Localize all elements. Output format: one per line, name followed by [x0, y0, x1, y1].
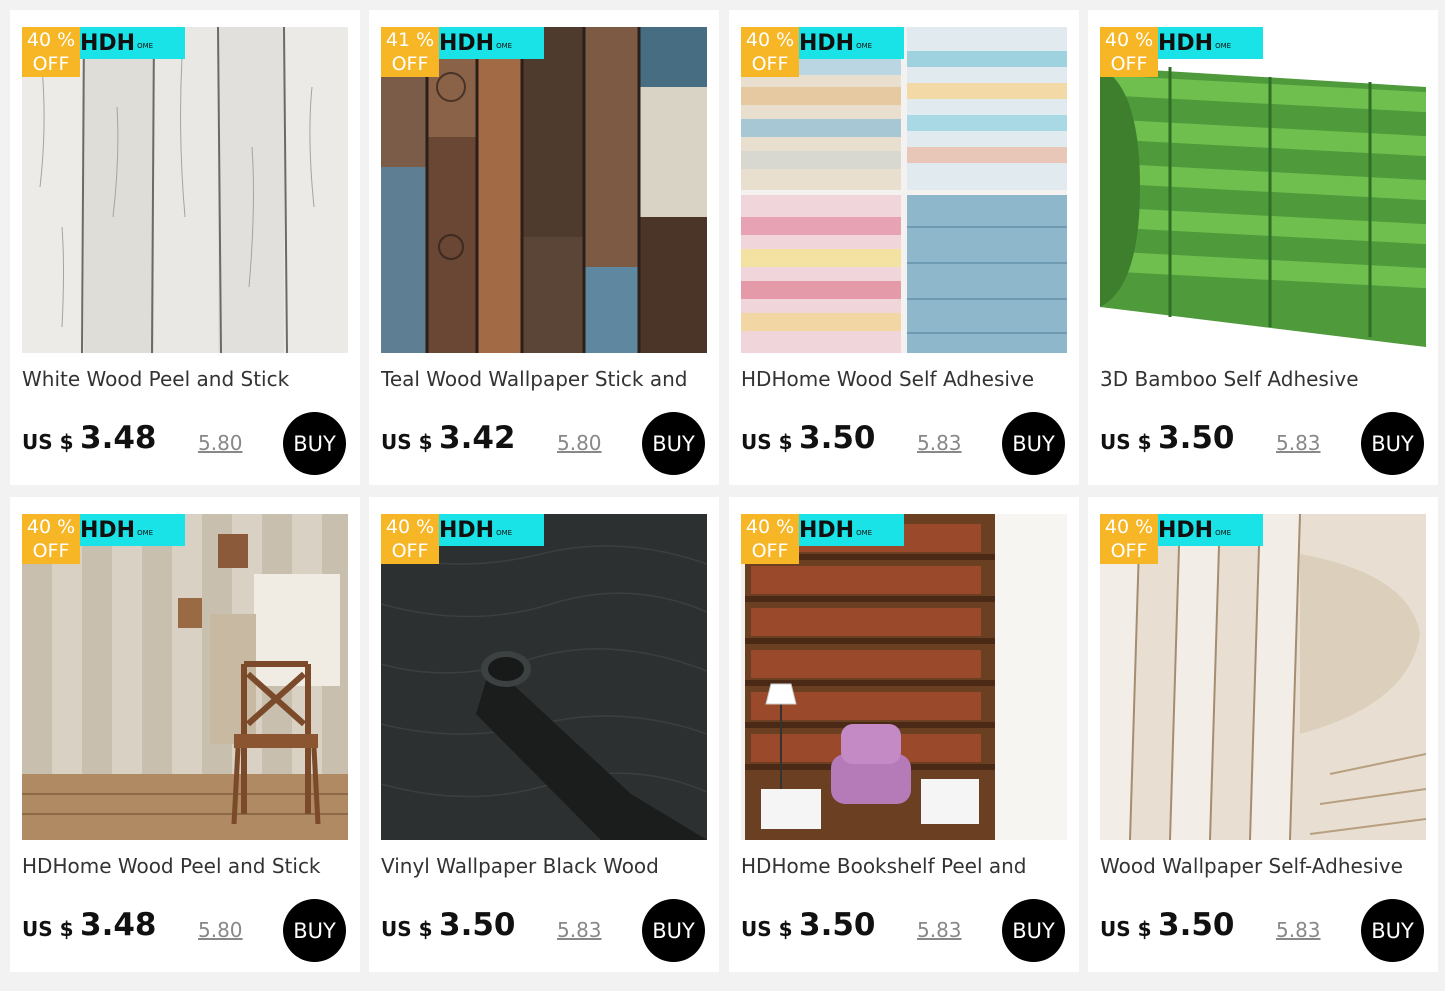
product-title[interactable]: HDHome Wood Self Adhesive: [741, 367, 1067, 391]
original-price: 5.80: [198, 431, 243, 455]
currency-label: US $: [741, 917, 793, 941]
product-image[interactable]: HDH OME 40 % OFF: [1100, 514, 1426, 840]
brand-logo: HDH: [1158, 30, 1214, 56]
discount-off-label: OFF: [391, 53, 429, 75]
product-title[interactable]: 3D Bamboo Self Adhesive: [1100, 367, 1426, 391]
buy-button[interactable]: BUY: [1361, 899, 1424, 962]
currency-label: US $: [741, 430, 793, 454]
discount-badge: 40 % OFF: [381, 514, 439, 564]
discount-off-label: OFF: [391, 540, 429, 562]
product-card[interactable]: HDH OME 40 % OFF 3D Bamboo Self Adhesive…: [1088, 10, 1438, 485]
currency-label: US $: [22, 430, 74, 454]
discount-off-label: OFF: [751, 540, 789, 562]
product-image[interactable]: HDH OME 40 % OFF: [1100, 27, 1426, 353]
currency-label: US $: [1100, 917, 1152, 941]
buy-button[interactable]: BUY: [283, 412, 346, 475]
brand-logo-suffix: OME: [137, 42, 154, 50]
discount-off-label: OFF: [1110, 540, 1148, 562]
original-price: 5.80: [557, 431, 602, 455]
discount-badge: 40 % OFF: [1100, 514, 1158, 564]
product-card[interactable]: HDH OME 40 % OFF HDHome Wood Peel and St…: [10, 497, 360, 972]
product-price: 3.50: [799, 420, 876, 456]
discount-percent: 41 %: [385, 29, 435, 51]
original-price: 5.83: [557, 918, 602, 942]
product-price: 3.50: [1158, 420, 1235, 456]
buy-button[interactable]: BUY: [642, 412, 705, 475]
brand-logo-suffix: OME: [856, 42, 873, 50]
product-price: 3.42: [439, 420, 516, 456]
product-price: 3.50: [439, 907, 516, 943]
discount-percent: 40 %: [385, 516, 435, 538]
discount-percent: 40 %: [745, 29, 795, 51]
currency-label: US $: [1100, 430, 1152, 454]
product-title[interactable]: Teal Wood Wallpaper Stick and: [381, 367, 707, 391]
currency-label: US $: [381, 917, 433, 941]
brand-logo-suffix: OME: [137, 529, 154, 537]
currency-label: US $: [22, 917, 74, 941]
discount-off-label: OFF: [1110, 53, 1148, 75]
buy-button[interactable]: BUY: [1002, 412, 1065, 475]
buy-button[interactable]: BUY: [642, 899, 705, 962]
product-title[interactable]: HDHome Bookshelf Peel and: [741, 854, 1067, 878]
product-price: 3.50: [1158, 907, 1235, 943]
brand-logo: HDH: [439, 30, 495, 56]
brand-logo-suffix: OME: [1215, 529, 1232, 537]
currency-label: US $: [381, 430, 433, 454]
discount-off-label: OFF: [32, 53, 70, 75]
buy-button[interactable]: BUY: [283, 899, 346, 962]
discount-percent: 40 %: [745, 516, 795, 538]
product-image[interactable]: HDH OME 40 % OFF: [741, 27, 1067, 353]
product-card[interactable]: HDH OME 40 % OFF HDHome Wood Self Adhesi…: [729, 10, 1079, 485]
discount-badge: 40 % OFF: [1100, 27, 1158, 77]
product-image[interactable]: HDH OME 41 % OFF: [381, 27, 707, 353]
product-title[interactable]: Vinyl Wallpaper Black Wood: [381, 854, 707, 878]
brand-logo: HDH: [799, 30, 855, 56]
product-title[interactable]: Wood Wallpaper Self-Adhesive: [1100, 854, 1426, 878]
discount-percent: 40 %: [26, 29, 76, 51]
product-card[interactable]: HDH OME 40 % OFF White Wood Peel and Sti…: [10, 10, 360, 485]
product-price: 3.48: [80, 907, 157, 943]
product-card[interactable]: HDH OME 40 % OFF Vinyl Wallpaper Black W…: [369, 497, 719, 972]
product-card[interactable]: HDH OME 41 % OFF Teal Wood Wallpaper Sti…: [369, 10, 719, 485]
discount-percent: 40 %: [1104, 29, 1154, 51]
product-image[interactable]: HDH OME 40 % OFF: [381, 514, 707, 840]
buy-button[interactable]: BUY: [1361, 412, 1424, 475]
product-price: 3.50: [799, 907, 876, 943]
discount-off-label: OFF: [32, 540, 70, 562]
brand-logo-suffix: OME: [496, 529, 513, 537]
product-title[interactable]: HDHome Wood Peel and Stick: [22, 854, 348, 878]
discount-percent: 40 %: [26, 516, 76, 538]
original-price: 5.83: [1276, 918, 1321, 942]
discount-badge: 41 % OFF: [381, 27, 439, 77]
discount-off-label: OFF: [751, 53, 789, 75]
discount-badge: 40 % OFF: [741, 27, 799, 77]
product-card[interactable]: HDH OME 40 % OFF Wood Wallpaper Self-Adh…: [1088, 497, 1438, 972]
product-image[interactable]: HDH OME 40 % OFF: [22, 514, 348, 840]
brand-logo: HDH: [799, 517, 855, 543]
buy-button[interactable]: BUY: [1002, 899, 1065, 962]
product-card[interactable]: HDH OME 40 % OFF HDHome Bookshelf Peel a…: [729, 497, 1079, 972]
brand-logo-suffix: OME: [856, 529, 873, 537]
original-price: 5.83: [917, 431, 962, 455]
original-price: 5.83: [1276, 431, 1321, 455]
product-image[interactable]: HDH OME 40 % OFF: [22, 27, 348, 353]
original-price: 5.83: [917, 918, 962, 942]
brand-logo: HDH: [439, 517, 495, 543]
discount-badge: 40 % OFF: [22, 514, 80, 564]
brand-logo-suffix: OME: [1215, 42, 1232, 50]
brand-logo: HDH: [1158, 517, 1214, 543]
product-image[interactable]: HDH OME 40 % OFF: [741, 514, 1067, 840]
discount-percent: 40 %: [1104, 516, 1154, 538]
product-price: 3.48: [80, 420, 157, 456]
brand-logo-suffix: OME: [496, 42, 513, 50]
discount-badge: 40 % OFF: [741, 514, 799, 564]
brand-logo: HDH: [80, 30, 136, 56]
original-price: 5.80: [198, 918, 243, 942]
discount-badge: 40 % OFF: [22, 27, 80, 77]
brand-logo: HDH: [80, 517, 136, 543]
product-grid: HDH OME 40 % OFF White Wood Peel and Sti…: [0, 0, 1445, 991]
product-title[interactable]: White Wood Peel and Stick: [22, 367, 348, 391]
